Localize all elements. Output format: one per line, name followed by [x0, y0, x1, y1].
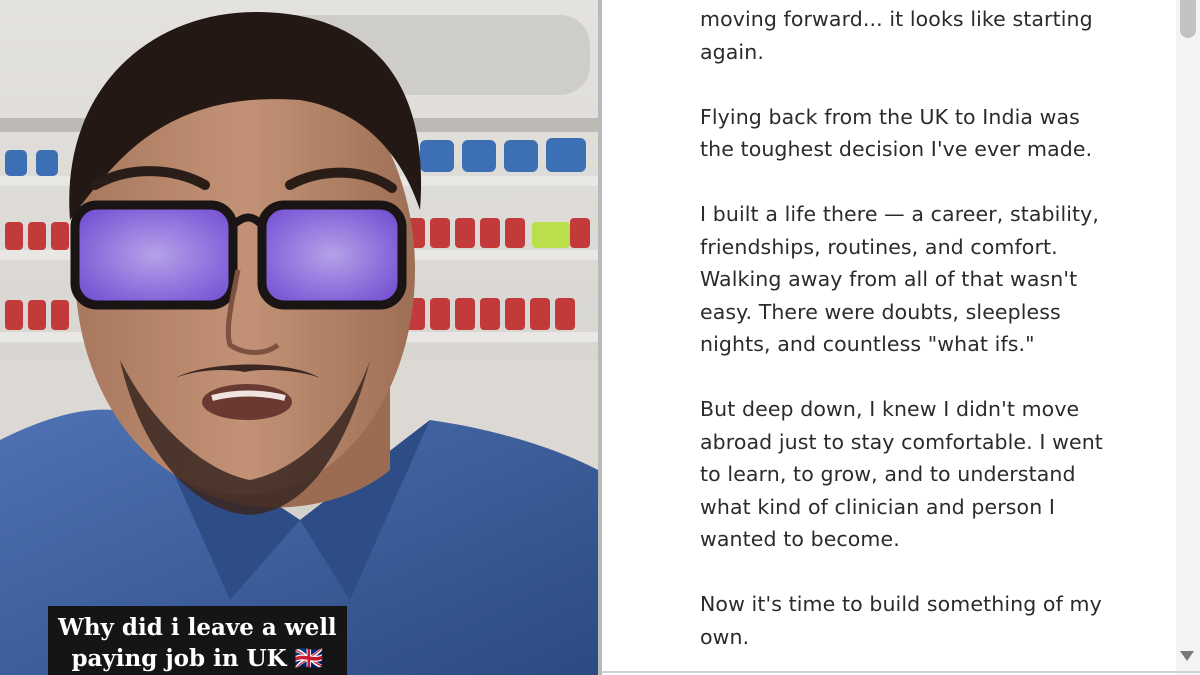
scrollbar-thumb[interactable]	[1180, 0, 1196, 38]
scroll-down-arrow-icon[interactable]	[1180, 651, 1194, 661]
bottom-border	[602, 671, 1200, 673]
post-body-text: moving forward... it looks like starting…	[700, 7, 1103, 649]
video-frame[interactable]: Why did i leave a well paying job in UK …	[0, 0, 598, 675]
video-scene	[0, 0, 598, 675]
caption-line-1: Why did i leave a well	[58, 614, 337, 641]
scrollbar[interactable]	[1176, 0, 1200, 675]
video-caption: Why did i leave a well paying job in UK …	[48, 606, 347, 675]
caption-line-2: paying job in UK 🇬🇧	[71, 645, 324, 672]
post-panel: moving forward... it looks like starting…	[602, 0, 1200, 675]
